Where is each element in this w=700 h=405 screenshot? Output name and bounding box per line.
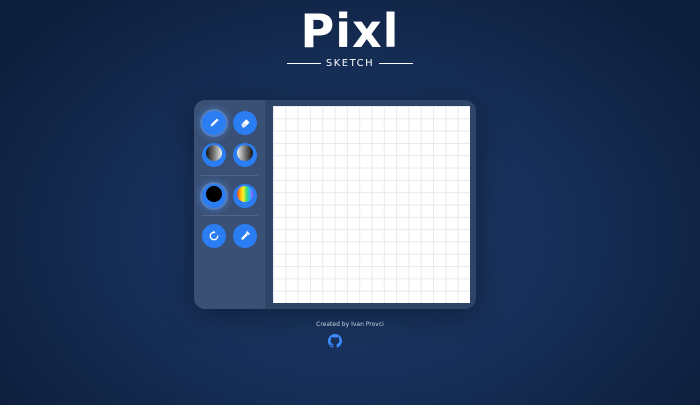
app-subtitle: SKETCH	[325, 58, 375, 69]
eraser-button[interactable]	[233, 111, 257, 135]
pencil-icon	[208, 114, 221, 133]
sketch-app-panel	[194, 100, 476, 309]
logo: Pixl SKETCH	[0, 6, 700, 69]
pencil-button[interactable]	[202, 111, 226, 135]
toolbar-divider	[201, 215, 258, 216]
rainbow-icon	[236, 185, 254, 207]
lighten-icon	[236, 144, 254, 166]
eyedropper-icon	[239, 227, 252, 246]
toolbar	[194, 100, 265, 309]
lighten-button[interactable]	[233, 143, 257, 167]
shade-button[interactable]	[202, 143, 226, 167]
app-title: Pixl	[300, 4, 400, 58]
github-link[interactable]	[328, 333, 342, 348]
toolbar-divider	[201, 175, 258, 176]
github-icon	[328, 333, 342, 352]
refresh-icon	[208, 227, 220, 246]
footer-credit: Created by Ivan Provci	[316, 321, 384, 328]
reset-button[interactable]	[202, 224, 226, 248]
rainbow-button[interactable]	[233, 184, 257, 208]
black-color-button[interactable]	[202, 184, 226, 208]
black-circle-icon	[205, 185, 223, 207]
subtitle-rule-right	[379, 63, 414, 64]
subtitle-rule-left	[286, 63, 321, 64]
app-subtitle-row: SKETCH	[0, 58, 700, 69]
drawing-canvas[interactable]	[273, 106, 470, 303]
color-picker-button[interactable]	[233, 224, 257, 248]
shade-icon	[205, 144, 223, 166]
eraser-icon	[239, 114, 252, 133]
